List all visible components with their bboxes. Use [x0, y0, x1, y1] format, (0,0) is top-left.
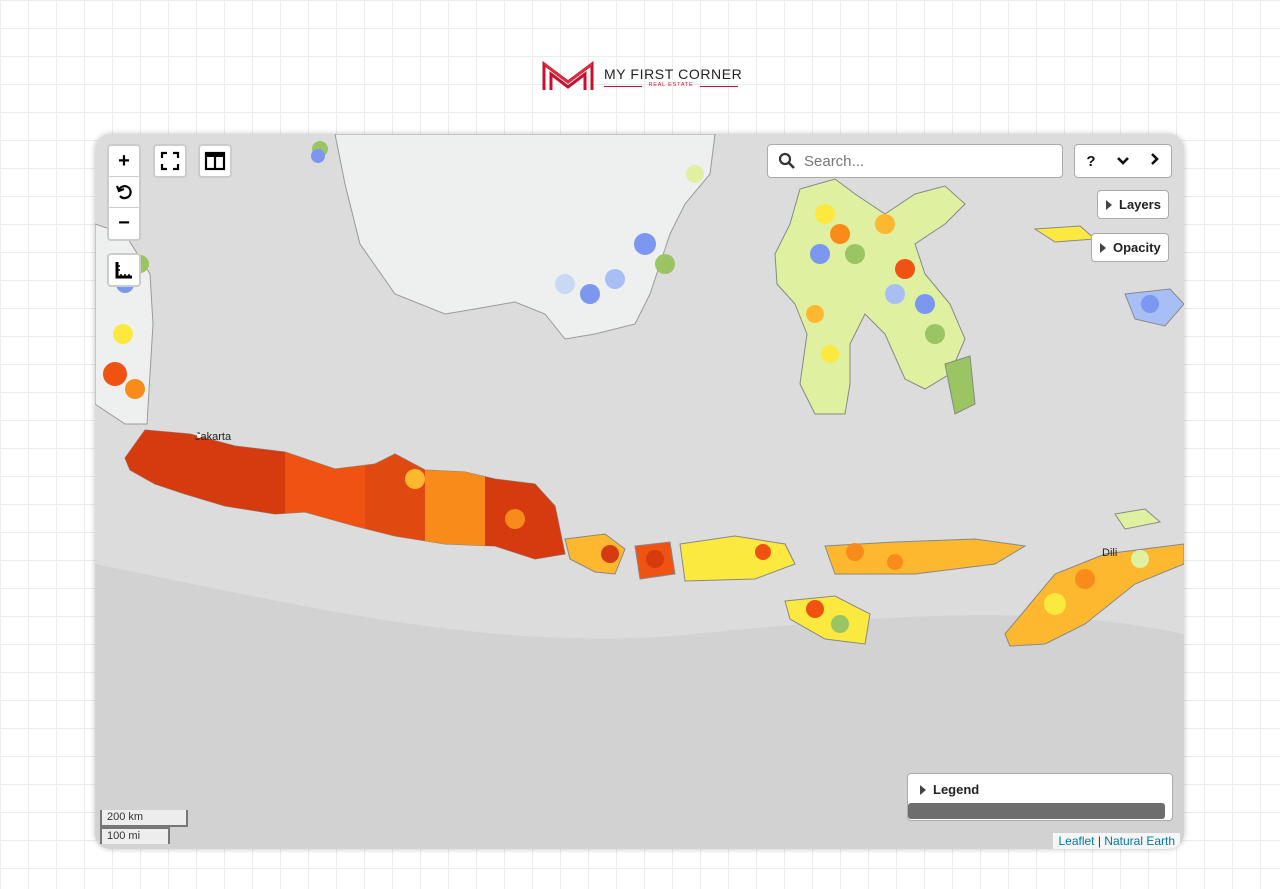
leaflet-link[interactable]: Leaflet	[1058, 834, 1094, 848]
search-icon	[778, 152, 795, 169]
brand-m-logo-icon	[542, 61, 594, 90]
zoom-out-button[interactable]: −	[109, 208, 139, 239]
chevron-right-icon	[1151, 153, 1159, 165]
natural-earth-link[interactable]: Natural Earth	[1104, 834, 1175, 848]
scale-mi-label: 100 mi	[100, 827, 170, 844]
reset-view-icon	[115, 185, 132, 200]
zoom-in-button[interactable]: +	[109, 146, 139, 177]
brand-subtitle-wrap: REAL ESTATE	[604, 82, 738, 90]
nav-button-group: ?	[1074, 144, 1172, 178]
dili-label: Dili	[1102, 547, 1117, 559]
legend-panel[interactable]: Legend	[907, 773, 1173, 821]
map-container[interactable]: Jakarta Dili + − Search... ? Layers Opac…	[95, 134, 1184, 849]
brand-subtitle: REAL ESTATE	[648, 82, 694, 88]
opacity-panel-toggle[interactable]: Opacity	[1091, 233, 1169, 262]
measure-button[interactable]	[107, 253, 141, 287]
layers-panel-toggle[interactable]: Layers	[1097, 190, 1169, 219]
fullscreen-icon	[160, 151, 180, 171]
fullscreen-button[interactable]	[153, 144, 187, 178]
brand-logo-block: MY FIRST CORNER REAL ESTATE	[542, 60, 742, 94]
legend-scroll-bar[interactable]	[908, 803, 1165, 819]
map-canvas[interactable]: Jakarta Dili	[95, 134, 1184, 849]
split-view-icon	[204, 151, 226, 171]
layers-label: Layers	[1119, 197, 1161, 212]
opacity-label: Opacity	[1113, 240, 1161, 255]
expand-triangle-icon	[1106, 199, 1112, 210]
collapse-down-button[interactable]	[1111, 153, 1135, 170]
chevron-down-icon	[1117, 156, 1129, 165]
expand-triangle-icon	[920, 784, 926, 795]
scale-km-label: 200 km	[100, 810, 188, 827]
legend-title: Legend	[933, 782, 980, 797]
measure-icon	[115, 262, 132, 279]
help-button[interactable]: ?	[1079, 153, 1103, 170]
expand-triangle-icon	[1100, 242, 1106, 253]
jakarta-marker	[197, 434, 201, 438]
brand-name: MY FIRST CORNER	[604, 66, 743, 82]
search-input[interactable]: Search...	[767, 144, 1063, 178]
attribution-separator: |	[1094, 834, 1105, 848]
search-placeholder: Search...	[804, 152, 865, 170]
scale-bar: 200 km 100 mi	[100, 810, 188, 844]
next-button[interactable]	[1143, 152, 1167, 170]
map-attribution: Leaflet | Natural Earth	[1053, 833, 1180, 849]
split-view-button[interactable]	[198, 144, 232, 178]
zoom-control-group: + −	[107, 144, 141, 241]
legend-header[interactable]: Legend	[920, 782, 979, 797]
reset-view-button[interactable]	[109, 177, 139, 208]
